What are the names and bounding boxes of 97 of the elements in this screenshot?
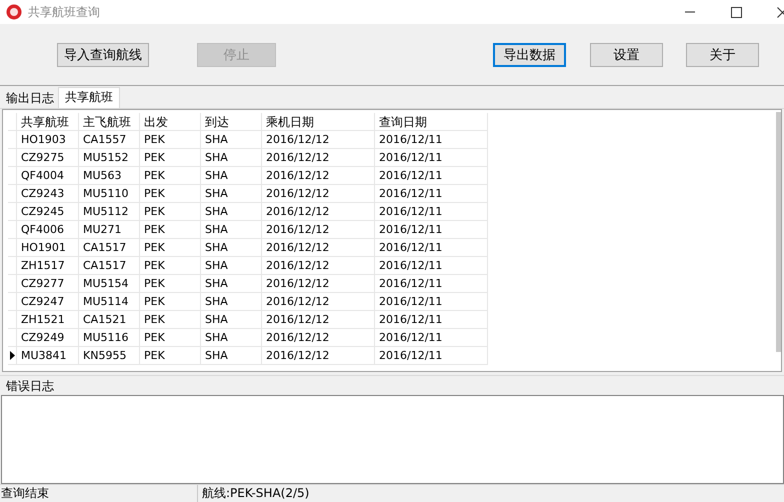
table-cell: 2016/12/11 (375, 221, 488, 239)
column-header[interactable]: 查询日期 (375, 113, 488, 131)
table-cell: 2016/12/11 (375, 293, 488, 311)
table-cell: 2016/12/12 (262, 167, 375, 185)
table-cell: SHA (201, 185, 262, 203)
table-cell: 2016/12/11 (375, 347, 488, 365)
table-cell: PEK (140, 275, 201, 293)
table-cell: PEK (140, 293, 201, 311)
table-cell: QF4004 (17, 167, 79, 185)
column-header[interactable]: 乘机日期 (262, 113, 375, 131)
table-cell: PEK (140, 257, 201, 275)
table-cell: ZH1521 (17, 311, 79, 329)
tab[interactable]: 输出日志 (2, 89, 58, 108)
table-cell: 2016/12/11 (375, 131, 488, 149)
table-cell: 2016/12/11 (375, 329, 488, 347)
table-cell: 2016/12/12 (262, 185, 375, 203)
table-cell: SHA (201, 149, 262, 167)
table-cell: SHA (201, 203, 262, 221)
table-cell: PEK (140, 203, 201, 221)
table-cell: MU5112 (79, 203, 140, 221)
table-cell: CZ9249 (17, 329, 79, 347)
table-cell: SHA (201, 293, 262, 311)
app-logo-icon (6, 4, 22, 20)
table-cell: PEK (140, 311, 201, 329)
column-header[interactable]: 主飞航班 (79, 113, 140, 131)
table-cell: SHA (201, 239, 262, 257)
table-cell: CA1517 (79, 257, 140, 275)
table-cell: SHA (201, 167, 262, 185)
table-cell: CZ9277 (17, 275, 79, 293)
table-cell: SHA (201, 275, 262, 293)
table-cell: MU563 (79, 167, 140, 185)
table-cell: 2016/12/12 (262, 293, 375, 311)
table-cell: SHA (201, 131, 262, 149)
table-cell: PEK (140, 131, 201, 149)
tab[interactable]: 共享航班 (58, 87, 120, 108)
table-cell: MU5116 (79, 329, 140, 347)
table-cell: PEK (140, 185, 201, 203)
table-cell: 2016/12/12 (262, 131, 375, 149)
table-cell: 2016/12/11 (375, 257, 488, 275)
table-cell: CZ9243 (17, 185, 79, 203)
table-cell: 2016/12/12 (262, 239, 375, 257)
window-title: 共享航班查询 (28, 4, 100, 20)
toolbar-button[interactable]: 导入查询航线 (57, 42, 149, 66)
table-cell: SHA (201, 221, 262, 239)
table-cell: 2016/12/12 (262, 311, 375, 329)
table-cell: 2016/12/11 (375, 149, 488, 167)
table-cell: PEK (140, 221, 201, 239)
table-cell: MU5152 (79, 149, 140, 167)
table-cell: PEK (140, 239, 201, 257)
table-cell: MU3841 (17, 347, 79, 365)
table-cell: CA1517 (79, 239, 140, 257)
toolbar-button[interactable]: 设置 (590, 42, 663, 66)
table-cell: QF4006 (17, 221, 79, 239)
table-cell: KN5955 (79, 347, 140, 365)
column-header[interactable]: 出发 (140, 113, 201, 131)
table-cell: CA1521 (79, 311, 140, 329)
table-cell: SHA (201, 347, 262, 365)
table-cell: CA1557 (79, 131, 140, 149)
column-header[interactable]: 共享航班 (17, 113, 79, 131)
table-cell: 2016/12/12 (262, 257, 375, 275)
table-cell: CZ9245 (17, 203, 79, 221)
table-cell: CZ9275 (17, 149, 79, 167)
table-cell: PEK (140, 167, 201, 185)
table-cell: HO1901 (17, 239, 79, 257)
table-cell: PEK (140, 347, 201, 365)
table-cell: MU271 (79, 221, 140, 239)
table-cell: 2016/12/11 (375, 275, 488, 293)
table-cell: SHA (201, 257, 262, 275)
table-cell: 2016/12/11 (375, 311, 488, 329)
table-cell: 2016/12/12 (262, 329, 375, 347)
table-cell: MU5114 (79, 293, 140, 311)
scrollbar[interactable] (776, 112, 781, 352)
status-text: 航线:PEK-SHA(2/5) (201, 485, 310, 502)
table-cell: ZH1517 (17, 257, 79, 275)
table-cell: 2016/12/12 (262, 203, 375, 221)
table-cell: PEK (140, 149, 201, 167)
toolbar-button[interactable]: 导出数据 (493, 42, 566, 66)
table-cell: CZ9247 (17, 293, 79, 311)
table-cell: 2016/12/12 (262, 221, 375, 239)
column-header[interactable]: 到达 (201, 113, 262, 131)
table-cell: 2016/12/12 (262, 347, 375, 365)
table-cell: SHA (201, 329, 262, 347)
section-title: 错误日志 (6, 378, 54, 395)
table-cell: PEK (140, 329, 201, 347)
table-cell: 2016/12/12 (262, 149, 375, 167)
table-cell: MU5110 (79, 185, 140, 203)
toolbar-button[interactable]: 关于 (686, 42, 759, 66)
table-cell: 2016/12/12 (262, 275, 375, 293)
table-cell: 2016/12/11 (375, 203, 488, 221)
table-cell: SHA (201, 311, 262, 329)
table-cell: 2016/12/11 (375, 239, 488, 257)
maximize-icon[interactable] (731, 6, 742, 18)
status-text: 查询结束 (0, 485, 198, 502)
table-cell: HO1903 (17, 131, 79, 149)
table-cell: 2016/12/11 (375, 167, 488, 185)
table-cell: MU5154 (79, 275, 140, 293)
table-cell: 2016/12/11 (375, 185, 488, 203)
